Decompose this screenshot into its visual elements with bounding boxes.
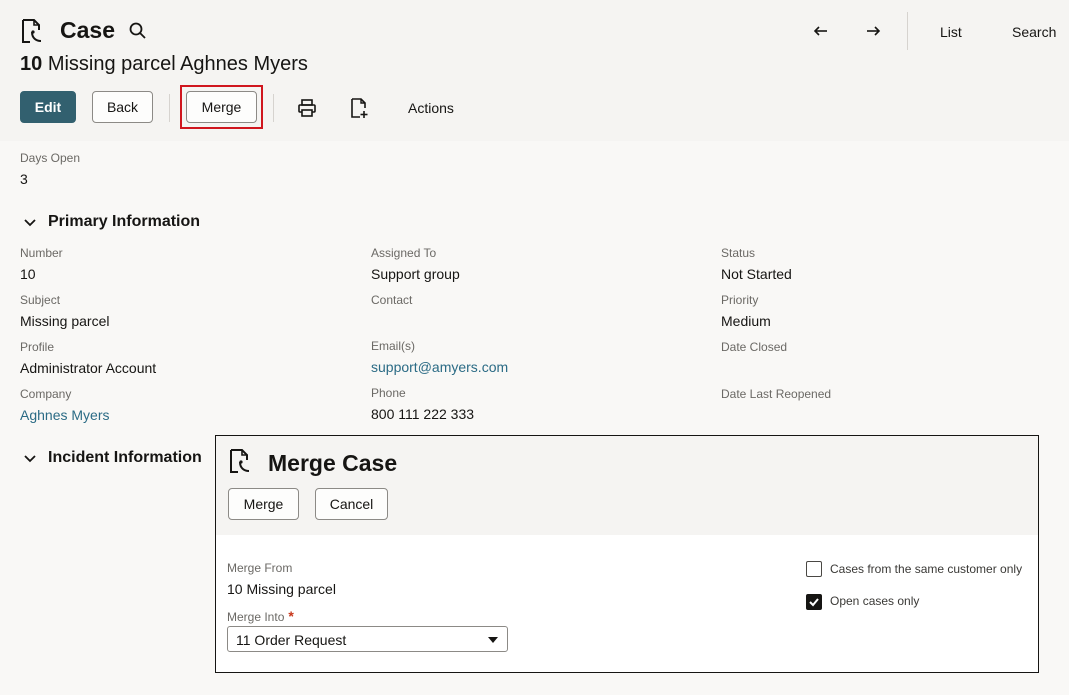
edit-button[interactable]: Edit <box>20 91 76 123</box>
company-link[interactable]: Aghnes Myers <box>20 407 109 423</box>
phone-value: 800 111 222 333 <box>371 406 475 422</box>
actions-menu[interactable]: Actions <box>408 100 454 116</box>
record-name: Missing parcel Aghnes Myers <box>47 53 308 75</box>
merge-into-selected-value: 11 Order Request <box>236 632 347 648</box>
merge-from-value: 10 Missing parcel <box>227 581 336 597</box>
dialog-title: Merge Case <box>268 450 398 476</box>
date-closed-label: Date Closed <box>721 340 788 354</box>
merge-case-dialog: Merge Case Merge Cancel Merge From 10 Mi… <box>215 435 1039 673</box>
header-divider <box>907 12 908 50</box>
chevron-down-icon[interactable] <box>23 452 37 466</box>
priority-value: Medium <box>721 313 771 329</box>
search-link[interactable]: Search <box>1012 24 1056 40</box>
status-label: Status <box>721 246 756 260</box>
toolbar-divider <box>169 94 170 122</box>
profile-value: Administrator Account <box>20 360 157 376</box>
dialog-cancel-button[interactable]: Cancel <box>315 488 388 520</box>
same-customer-checkbox[interactable] <box>806 561 822 577</box>
print-icon[interactable] <box>296 97 318 119</box>
number-value: 10 <box>20 266 36 282</box>
primary-information-heading[interactable]: Primary Information <box>48 213 200 231</box>
emails-label: Email(s) <box>371 339 415 353</box>
list-link[interactable]: List <box>940 24 962 40</box>
check-icon <box>809 598 819 607</box>
merge-into-select[interactable]: 11 Order Request <box>227 626 508 652</box>
search-icon[interactable] <box>128 21 148 41</box>
back-button[interactable]: Back <box>92 91 153 123</box>
date-last-reopened-label: Date Last Reopened <box>721 387 832 401</box>
dialog-merge-button[interactable]: Merge <box>228 488 299 520</box>
open-cases-label[interactable]: Open cases only <box>830 594 919 608</box>
record-title: 10 Missing parcel Aghnes Myers <box>20 53 308 76</box>
number-label: Number <box>20 246 63 260</box>
subject-label: Subject <box>20 293 61 307</box>
merge-into-label-text: Merge Into <box>227 610 285 624</box>
incident-information-heading[interactable]: Incident Information <box>48 449 202 467</box>
case-icon <box>22 19 42 43</box>
profile-label: Profile <box>20 340 55 354</box>
new-document-icon[interactable] <box>348 97 370 119</box>
required-indicator: * <box>288 608 294 624</box>
contact-label: Contact <box>371 293 413 307</box>
days-open-label: Days Open <box>20 151 81 165</box>
subject-value: Missing parcel <box>20 313 110 329</box>
merge-button[interactable]: Merge <box>186 91 257 123</box>
record-number: 10 <box>20 53 43 75</box>
dialog-header: Merge Case Merge Cancel <box>216 436 1038 535</box>
open-cases-checkbox[interactable] <box>806 594 822 610</box>
status-value: Not Started <box>721 266 792 282</box>
object-title: Case <box>60 17 115 43</box>
caret-down-icon <box>488 637 498 643</box>
days-open-value: 3 <box>20 171 28 187</box>
priority-label: Priority <box>721 293 759 307</box>
arrow-left-icon[interactable] <box>810 20 832 42</box>
arrow-right-icon[interactable] <box>862 20 884 42</box>
merge-into-label: Merge Into * <box>227 608 294 624</box>
email-link[interactable]: support@amyers.com <box>371 359 508 375</box>
phone-label: Phone <box>371 386 406 400</box>
merge-from-label: Merge From <box>227 561 293 575</box>
case-icon <box>230 449 250 473</box>
page-header: Case List Search 10 Missing parcel Aghne… <box>0 0 1069 141</box>
chevron-down-icon[interactable] <box>23 216 37 230</box>
assigned-to-label: Assigned To <box>371 246 437 260</box>
assigned-to-value: Support group <box>371 266 460 282</box>
toolbar-divider <box>273 94 274 122</box>
same-customer-label[interactable]: Cases from the same customer only <box>830 562 1022 576</box>
company-label: Company <box>20 387 72 401</box>
